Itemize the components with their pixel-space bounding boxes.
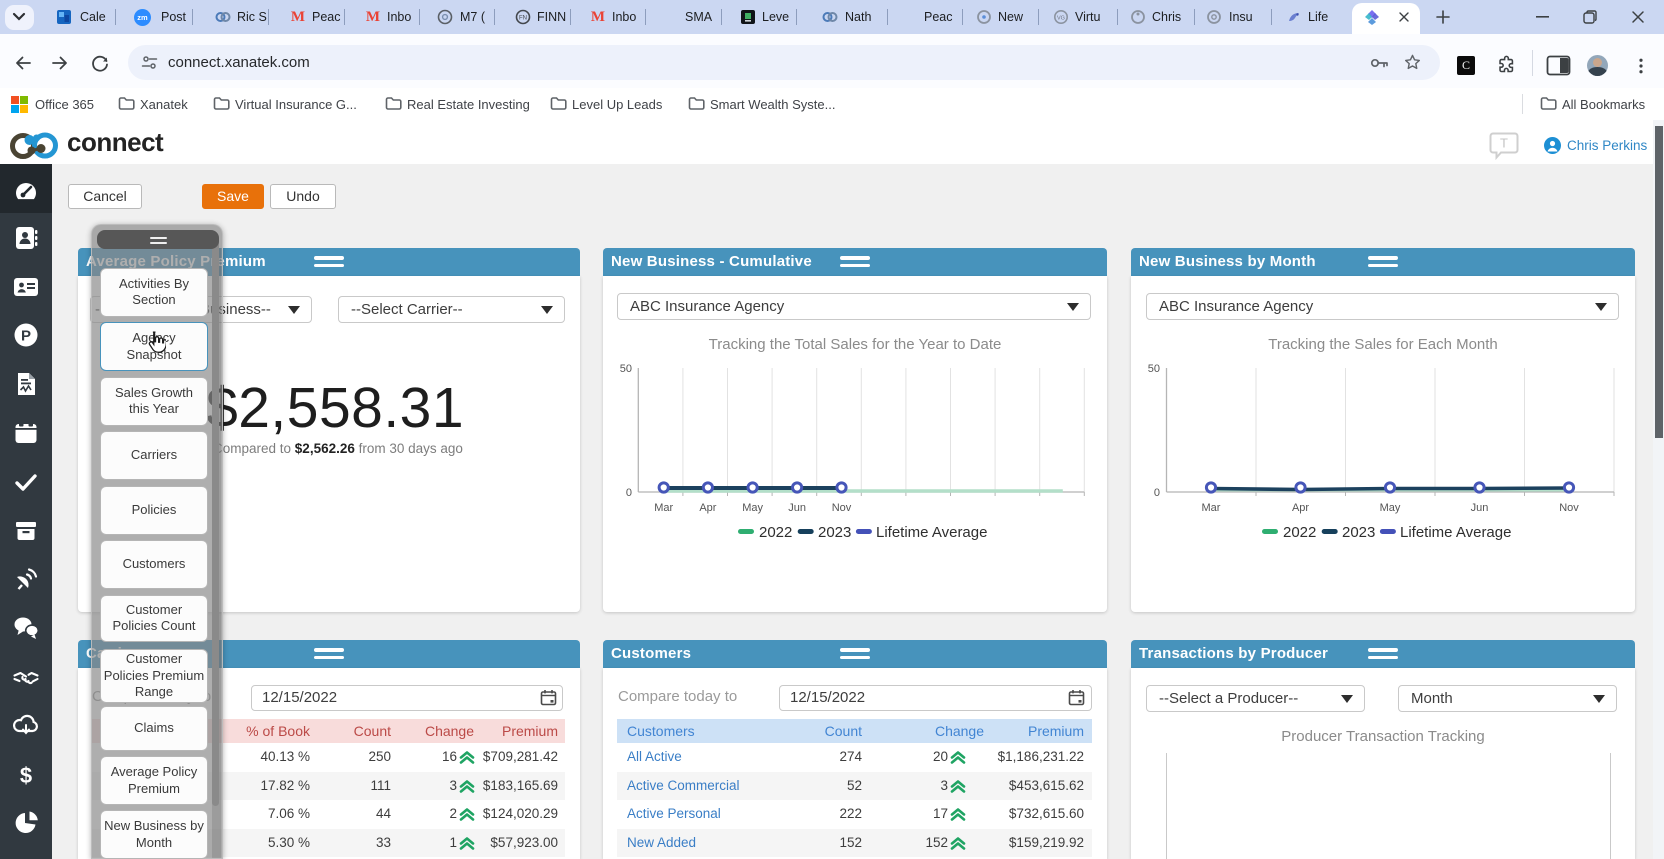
svg-text:Nov: Nov	[832, 502, 852, 514]
svg-text:$: $	[20, 763, 32, 788]
svg-text:50: 50	[620, 363, 632, 375]
svg-text:Apr: Apr	[699, 502, 716, 514]
svg-text:Apr: Apr	[1292, 502, 1309, 514]
svg-text:2022: 2022	[1283, 524, 1316, 541]
svg-text:Jun: Jun	[788, 502, 806, 514]
svg-text:0: 0	[626, 487, 632, 499]
svg-text:Mar: Mar	[1202, 502, 1221, 514]
svg-text:VG: VG	[1057, 16, 1065, 22]
svg-text:FN: FN	[519, 16, 527, 22]
svg-text:May: May	[1380, 502, 1401, 514]
svg-text:Lifetime Average: Lifetime Average	[876, 524, 987, 541]
svg-text:0: 0	[1154, 487, 1160, 499]
svg-text:2022: 2022	[759, 524, 792, 541]
svg-text:Mar: Mar	[654, 502, 673, 514]
svg-text:Nov: Nov	[1559, 502, 1579, 514]
svg-text:May: May	[742, 502, 763, 514]
svg-text:T: T	[1500, 136, 1508, 151]
svg-text:2023: 2023	[1342, 524, 1375, 541]
svg-text:50: 50	[1148, 363, 1160, 375]
svg-text:P: P	[21, 328, 31, 345]
svg-text:Lifetime Average: Lifetime Average	[1400, 524, 1511, 541]
svg-text:Jun: Jun	[1471, 502, 1489, 514]
svg-text:2023: 2023	[818, 524, 851, 541]
